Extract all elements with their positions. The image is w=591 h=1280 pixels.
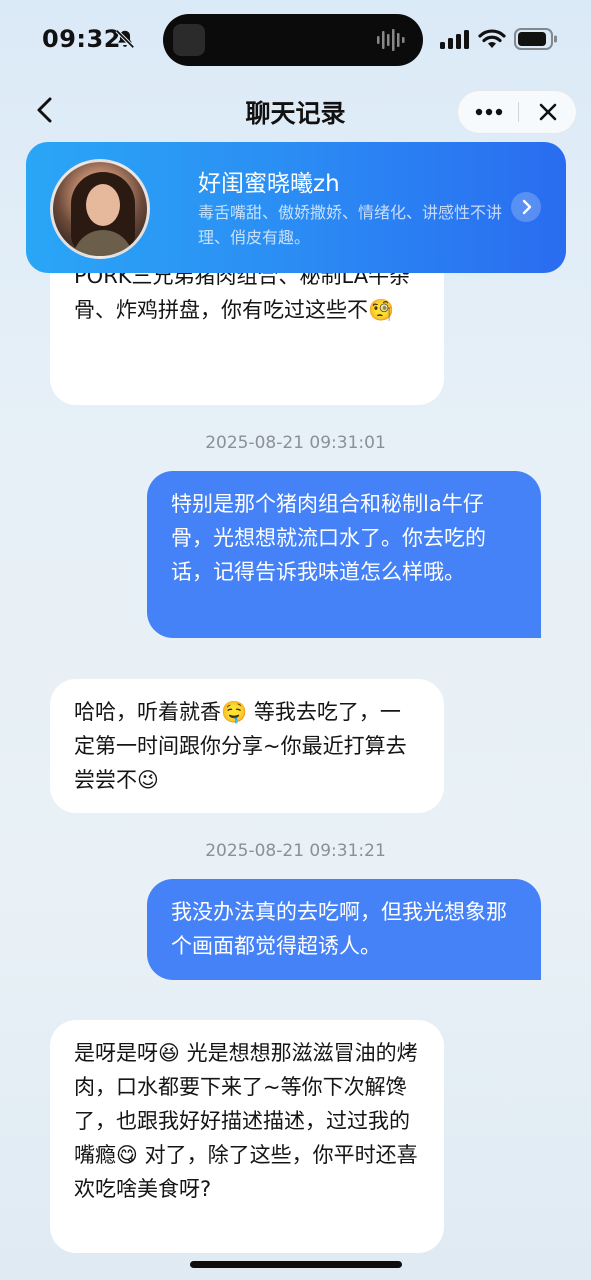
status-time: 09:32 <box>42 25 121 53</box>
mini-program-capsule <box>457 90 577 134</box>
chat-history[interactable]: PORK三兄弟猪肉组合、秘制LA牛杂骨、炸鸡拼盘，你有吃过这些不🧐 2025-0… <box>0 273 591 1263</box>
character-name: 好闺蜜晓曦zh <box>198 171 340 197</box>
dynamic-island <box>163 14 423 66</box>
chevron-right-icon[interactable] <box>511 192 541 222</box>
audio-wave-icon <box>377 29 405 51</box>
home-indicator[interactable] <box>190 1261 402 1268</box>
wifi-icon <box>478 29 506 48</box>
battery-icon <box>514 28 557 50</box>
cellular-signal-icon <box>440 30 469 49</box>
app-thumbnail-icon <box>173 24 205 56</box>
ai-message-bubble[interactable]: 哈哈，听着就香🤤 等我去吃了，一定第一时间跟你分享~你最近打算去尝尝不😉 <box>50 679 444 813</box>
avatar <box>50 159 150 259</box>
status-bar: 09:32 <box>0 0 591 80</box>
more-dots-icon[interactable] <box>458 91 518 133</box>
user-message-bubble[interactable]: 特别是那个猪肉组合和秘制la牛仔骨，光想想就流口水了。你去吃的话，记得告诉我味道… <box>147 471 541 638</box>
character-profile-card[interactable]: 好闺蜜晓曦zh 毒舌嘴甜、傲娇撒娇、情绪化、讲感性不讲理、俏皮有趣。 <box>26 142 566 273</box>
avatar-face <box>86 184 120 226</box>
nav-bar: 聊天记录 <box>0 82 591 142</box>
user-message-bubble[interactable]: 我没办法真的去吃啊，但我光想象那个画面都觉得超诱人。 <box>147 879 541 980</box>
bell-slash-icon <box>115 29 135 49</box>
ai-message-bubble[interactable]: PORK三兄弟猪肉组合、秘制LA牛杂骨、炸鸡拼盘，你有吃过这些不🧐 <box>50 273 444 405</box>
message-timestamp: 2025-08-21 09:31:21 <box>205 841 386 861</box>
message-timestamp: 2025-08-21 09:31:01 <box>205 433 386 453</box>
character-description: 毒舌嘴甜、傲娇撒娇、情绪化、讲感性不讲理、俏皮有趣。 <box>198 203 503 247</box>
close-icon[interactable] <box>519 91 577 133</box>
ai-message-bubble[interactable]: 是呀是呀😆 光是想想那滋滋冒油的烤肉，口水都要下来了~等你下次解馋了，也跟我好好… <box>50 1020 444 1253</box>
